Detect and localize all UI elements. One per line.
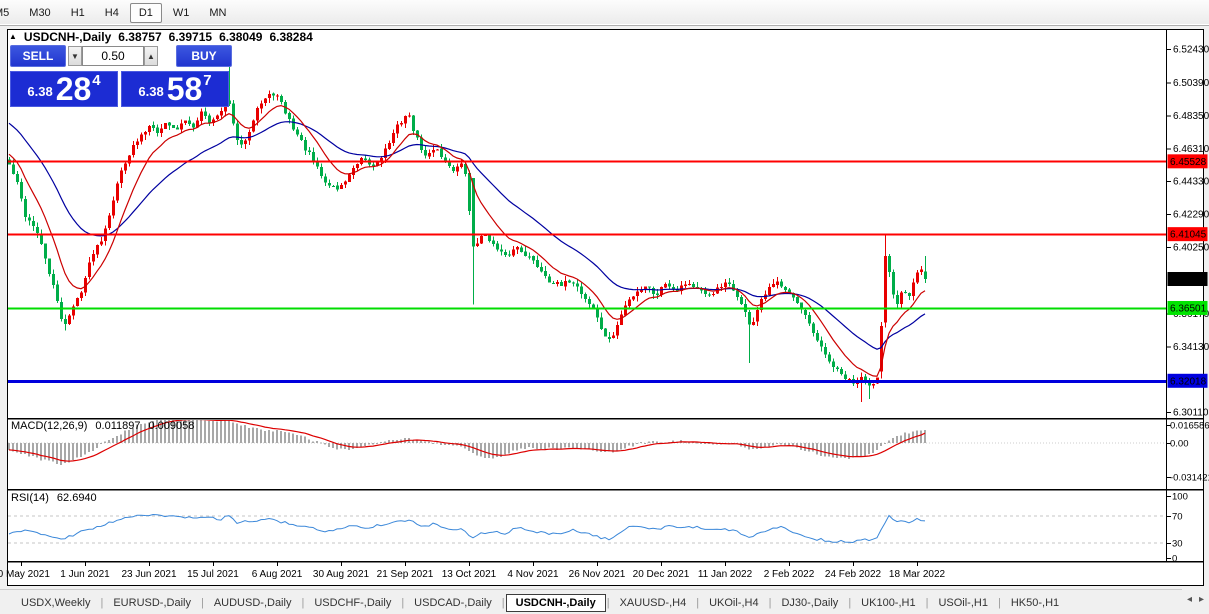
chart-tab-usdchf-daily[interactable]: USDCHF-,Daily xyxy=(305,594,400,612)
svg-text:0: 0 xyxy=(1172,554,1177,565)
buy-price-point: 7 xyxy=(203,72,211,89)
svg-text:0.016586: 0.016586 xyxy=(1170,421,1209,432)
timeframe-toolbar: M5M30H1H4D1W1MN xyxy=(0,0,1209,26)
date-tick-label: 10 May 2021 xyxy=(0,569,50,580)
price-tick-label: 6.46310 xyxy=(1173,144,1209,155)
price-tick-label: 6.52430 xyxy=(1173,45,1209,56)
svg-text:100: 100 xyxy=(1172,491,1188,502)
svg-text:70: 70 xyxy=(1172,512,1183,523)
date-tick-label: 26 Nov 2021 xyxy=(569,569,626,580)
timeframe-button-d1[interactable]: D1 xyxy=(130,3,162,23)
buy-button[interactable]: BUY xyxy=(176,45,232,67)
price-tick-label: 6.30110 xyxy=(1173,407,1209,418)
macd-indicator-label: MACD(12,26,9) 0.011897 0.009058 xyxy=(11,420,194,432)
sell-price-pips: 28 xyxy=(56,76,92,103)
svg-text:6.41045: 6.41045 xyxy=(1170,230,1207,241)
price-tick-label: 6.34130 xyxy=(1173,342,1209,353)
quote-open: 6.38757 xyxy=(118,30,161,44)
date-tick-label: 15 Jul 2021 xyxy=(187,569,239,580)
timeframe-button-mn[interactable]: MN xyxy=(200,3,235,23)
svg-text:30: 30 xyxy=(1172,539,1183,550)
collapse-panel-icon[interactable]: ▲ xyxy=(9,33,17,41)
volume-input[interactable]: 0.50 xyxy=(82,46,144,66)
date-tick-label: 23 Jun 2021 xyxy=(121,569,176,580)
price-tick-label: 6.48350 xyxy=(1173,111,1209,122)
chart-tab-ukoil-h4[interactable]: UKOil-,H4 xyxy=(700,594,768,612)
macd-name: MACD(12,26,9) xyxy=(11,420,87,432)
volume-decrease-button[interactable]: ▼ xyxy=(68,46,82,66)
quote-high: 6.39715 xyxy=(169,30,212,44)
timeframe-button-m30[interactable]: M30 xyxy=(20,3,59,23)
date-tick-label: 1 Jun 2021 xyxy=(60,569,110,580)
macd-main-value: 0.011897 xyxy=(95,420,140,432)
chart-tab-dj30-daily[interactable]: DJ30-,Daily xyxy=(772,594,847,612)
chart-tabs-bar: USDX,Weekly|EURUSD-,Daily|AUDUSD-,Daily|… xyxy=(0,589,1182,614)
rsi-name: RSI(14) xyxy=(11,492,49,504)
one-click-trading-panel: SELL ▼ 0.50 ▲ BUY 6.38 28 4 6.38 58 7 xyxy=(10,45,232,107)
tabs-scroll-left-icon[interactable]: ◂ xyxy=(1187,594,1192,605)
quote-close: 6.38284 xyxy=(269,30,312,44)
rsi-indicator-label: RSI(14) 62.6940 xyxy=(11,492,97,504)
svg-text:6.38284: 6.38284 xyxy=(1170,275,1207,286)
date-tick-label: 21 Sep 2021 xyxy=(377,569,434,580)
date-tick-label: 6 Aug 2021 xyxy=(252,569,303,580)
svg-text:6.32018: 6.32018 xyxy=(1170,376,1207,387)
chart-tab-uk100-h1[interactable]: UK100-,H1 xyxy=(852,594,924,612)
date-tick-label: 11 Jan 2022 xyxy=(698,569,753,580)
price-tick-label: 6.44330 xyxy=(1173,176,1209,187)
sell-button[interactable]: SELL xyxy=(10,45,66,67)
date-tick-label: 4 Nov 2021 xyxy=(507,569,559,580)
svg-text:6.45528: 6.45528 xyxy=(1170,157,1207,168)
macd-signal-value: 0.009058 xyxy=(149,420,195,432)
sell-price-prefix: 6.38 xyxy=(27,84,52,99)
quote-low: 6.38049 xyxy=(219,30,262,44)
date-tick-label: 30 Aug 2021 xyxy=(313,569,370,580)
timeframe-button-h1[interactable]: H1 xyxy=(62,3,94,23)
date-tick-label: 18 Mar 2022 xyxy=(889,569,946,580)
svg-text:6.36501: 6.36501 xyxy=(1170,303,1207,314)
date-tick-label: 24 Feb 2022 xyxy=(825,569,882,580)
tabs-scroll-right-icon[interactable]: ▸ xyxy=(1199,594,1204,605)
chart-tab-xauusd-h4[interactable]: XAUUSD-,H4 xyxy=(611,594,696,612)
buy-price-button[interactable]: 6.38 58 7 xyxy=(121,71,229,107)
price-tick-label: 6.50390 xyxy=(1173,78,1209,89)
mt4-window: 6.52430 6.50390 6.48350 6.46310 6.44330 6.422… xyxy=(0,0,1209,614)
svg-text:0.00: 0.00 xyxy=(1170,439,1189,450)
svg-text:-0.031421: -0.031421 xyxy=(1170,473,1209,484)
volume-increase-button[interactable]: ▲ xyxy=(144,46,158,66)
sell-price-button[interactable]: 6.38 28 4 xyxy=(10,71,118,107)
price-tick-label: 6.40250 xyxy=(1173,243,1209,254)
chart-tab-usdx-weekly[interactable]: USDX,Weekly xyxy=(12,594,99,612)
timeframe-button-m5[interactable]: M5 xyxy=(0,3,18,23)
tabs-navigation: ◂ ▸ xyxy=(1187,594,1204,605)
rsi-value: 62.6940 xyxy=(57,492,97,504)
sell-price-point: 4 xyxy=(92,72,100,89)
date-tick-label: 2 Feb 2022 xyxy=(764,569,815,580)
symbol-period-label: USDCNH-,Daily xyxy=(24,30,111,44)
date-tick-label: 20 Dec 2021 xyxy=(633,569,690,580)
price-tick-label: 6.42290 xyxy=(1173,209,1209,220)
buy-price-pips: 58 xyxy=(167,76,203,103)
date-tick-label: 13 Oct 2021 xyxy=(442,569,497,580)
chart-title: ▲ USDCNH-,Daily 6.38757 6.39715 6.38049 … xyxy=(9,30,313,44)
timeframe-button-w1[interactable]: W1 xyxy=(164,3,199,23)
chart-tab-audusd-daily[interactable]: AUDUSD-,Daily xyxy=(205,594,301,612)
chart-tab-usdcnh-daily[interactable]: USDCNH-,Daily xyxy=(506,594,606,612)
chart-tab-hk50-h1[interactable]: HK50-,H1 xyxy=(1002,594,1068,612)
chart-tab-usoil-h1[interactable]: USOil-,H1 xyxy=(929,594,997,612)
chart-tab-usdcad-daily[interactable]: USDCAD-,Daily xyxy=(405,594,501,612)
buy-price-prefix: 6.38 xyxy=(138,84,163,99)
timeframe-button-h4[interactable]: H4 xyxy=(96,3,128,23)
chart-tab-eurusd-daily[interactable]: EURUSD-,Daily xyxy=(104,594,200,612)
